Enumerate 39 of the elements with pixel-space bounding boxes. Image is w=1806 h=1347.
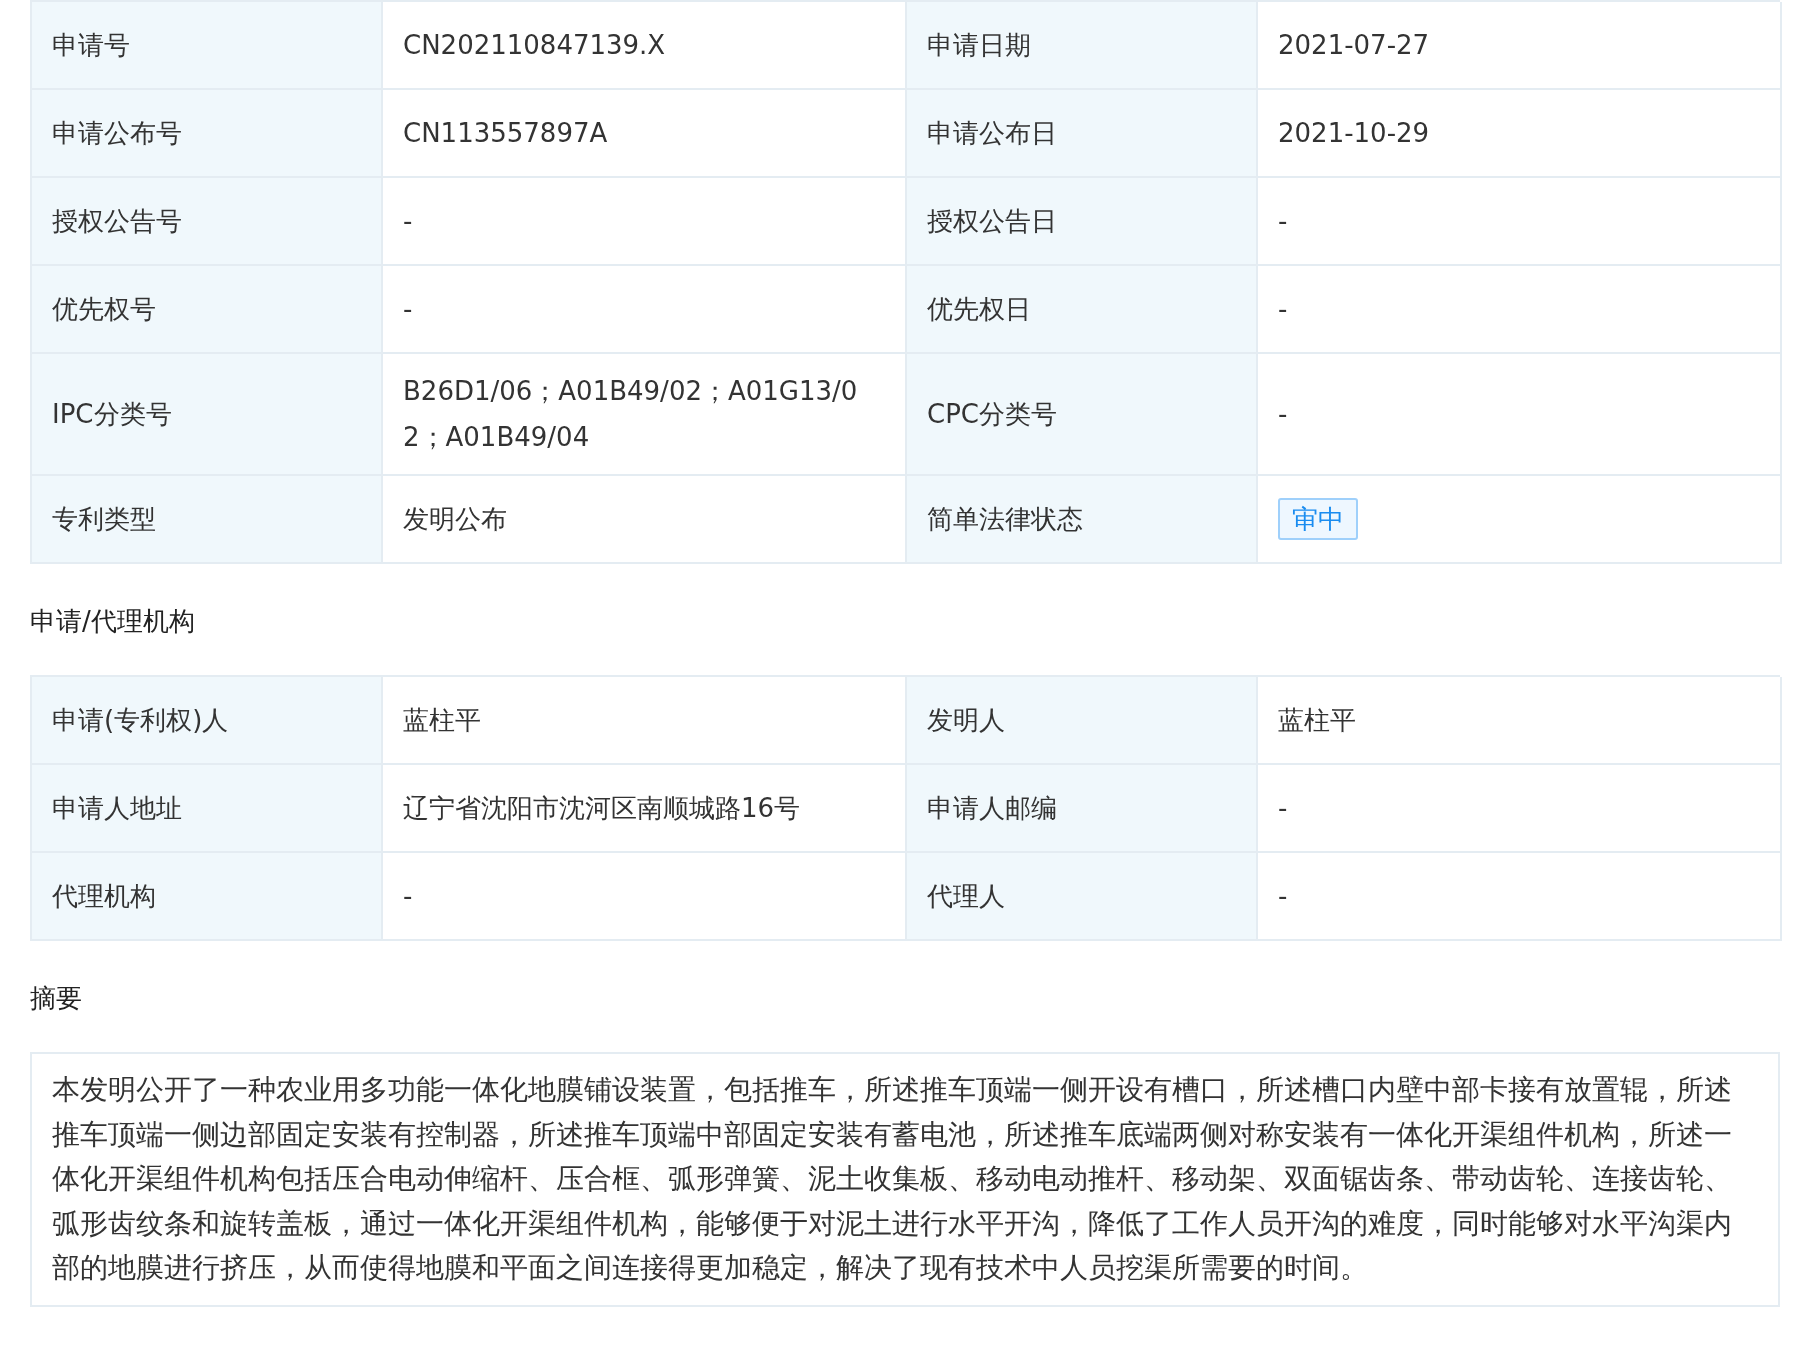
table-cell: 2021-07-27 [1258, 2, 1782, 90]
table-cell: 2021-10-29 [1258, 90, 1782, 178]
table-cell: 蓝柱平 [1258, 677, 1782, 765]
label-cell: 代理机构 [32, 853, 383, 941]
table-cell: - [1258, 178, 1782, 266]
label-cell: 申请公布号 [32, 90, 383, 178]
label-cell: 申请号 [32, 2, 383, 90]
label-cell: 申请日期 [907, 2, 1258, 90]
table-cell: - [383, 853, 907, 941]
abstract-text: 本发明公开了一种农业用多功能一体化地膜铺设装置，包括推车，所述推车顶端一侧开设有槽口，所述槽口内壁中部卡接有放置辊，所述推车顶端一侧边部固定安装有控制器，所述推车顶端中部固定安装有蓄电池，所述推车底端两侧对称安装有一体化开渠组件机构，所述一体化开渠组件机构包括压合电动伸缩杆、压合框、弧形弹簧、泥土收集板、移动电动推杆、移动架、双面锯齿条、带动齿轮、连接齿轮、弧形齿纹条和旋转盖板，通过一体化开渠组件机构，能够便于对泥土进行水平开沟，降低了工作人员开沟的难度，同时能够对水平沟渠内部的地膜进行挤压，从而使得地膜和平面之间连接得更加稳定，解决了现有技术中人员挖渠所需要的时间。 [30, 1052, 1780, 1307]
table-cell: - [1258, 853, 1782, 941]
label-cell: 专利类型 [32, 476, 383, 564]
label-cell: 简单法律状态 [907, 476, 1258, 564]
table-cell: B26D1/06；A01B49/02；A01G13/02；A01B49/04 [383, 354, 907, 476]
table-cell: - [383, 266, 907, 354]
table-cell: - [1258, 354, 1782, 476]
table-cell: - [1258, 765, 1782, 853]
label-cell: 代理人 [907, 853, 1258, 941]
table-cell: CN202110847139.X [383, 2, 907, 90]
label-cell: CPC分类号 [907, 354, 1258, 476]
label-cell: 申请公布日 [907, 90, 1258, 178]
label-cell: 发明人 [907, 677, 1258, 765]
label-cell: 申请人地址 [32, 765, 383, 853]
label-cell: 申请(专利权)人 [32, 677, 383, 765]
table-cell: CN113557897A [383, 90, 907, 178]
section-title: 摘要 [30, 982, 83, 1015]
table-cell: - [1258, 266, 1782, 354]
label-cell: 授权公告日 [907, 178, 1258, 266]
label-cell: IPC分类号 [32, 354, 383, 476]
table-cell: 蓝柱平 [383, 677, 907, 765]
table-cell: 辽宁省沈阳市沈河区南顺城路16号 [383, 765, 907, 853]
section-title: 申请/代理机构 [30, 605, 196, 638]
label-cell: 授权公告号 [32, 178, 383, 266]
label-cell: 申请人邮编 [907, 765, 1258, 853]
table-cell: 发明公布 [383, 476, 907, 564]
label-cell: 优先权日 [907, 266, 1258, 354]
status-tag: 审中 [1278, 498, 1358, 540]
table-cell: - [383, 178, 907, 266]
label-cell: 优先权号 [32, 266, 383, 354]
